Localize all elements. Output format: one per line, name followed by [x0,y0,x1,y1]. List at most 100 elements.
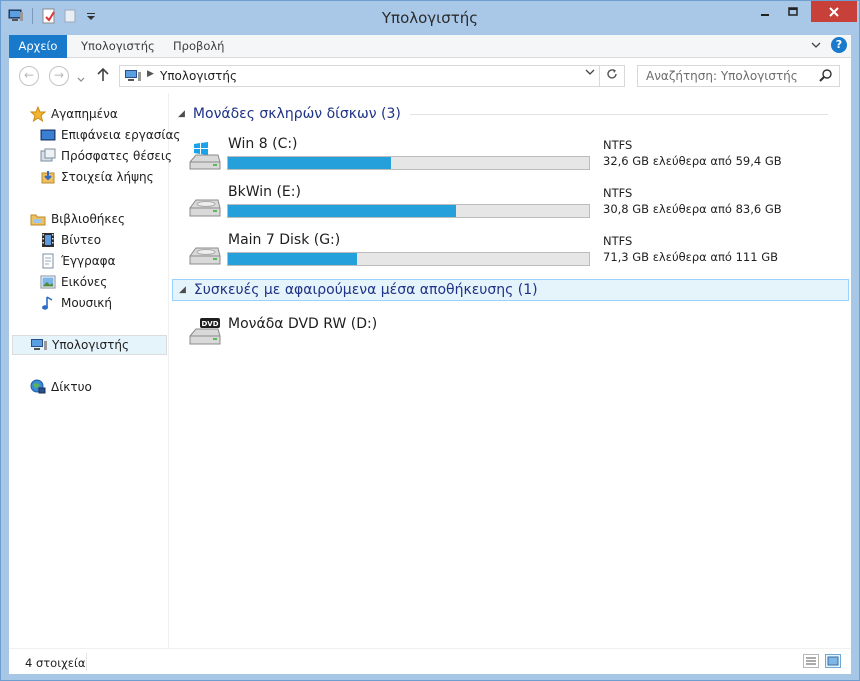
explorer-body: Αγαπημένα Επιφάνεια εργασίας Πρόσφατες θ… [9,93,851,648]
item-count: 4 στοιχεία [25,656,86,670]
dvd-logo-text: DVD [201,320,218,328]
sidebar-item-label: Πρόσφατες θέσεις [61,149,173,163]
recent-places-icon [39,148,57,164]
windows-drive-icon [188,142,222,172]
sidebar-item-pictures[interactable]: Εικόνες [39,272,107,292]
recent-locations-icon[interactable] [77,72,85,86]
breadcrumb-arrow-icon[interactable]: ▶ [147,69,154,79]
forward-button[interactable]: → [49,66,69,86]
music-icon [39,295,57,311]
star-icon [29,106,47,122]
breadcrumb[interactable]: Υπολογιστής [160,69,237,83]
sidebar-item-libraries[interactable]: Βιβλιοθήκες [29,209,125,229]
tiles-view-icon[interactable] [825,654,841,668]
network-icon [29,379,47,395]
group-header-label: Μονάδες σκληρών δίσκων (3) [192,106,401,122]
status-divider [86,653,87,671]
sidebar-item-computer[interactable]: Υπολογιστής [12,335,167,355]
videos-icon [39,232,57,248]
sidebar-item-recent-places[interactable]: Πρόσφατες θέσεις [39,146,172,166]
details-view-icon[interactable] [803,654,819,668]
hard-drive-icon [188,190,222,220]
sidebar-item-documents[interactable]: Έγγραφα [39,251,116,271]
sidebar-item-label: Εικόνες [61,275,108,289]
drive-name: Main 7 Disk (G:) [228,232,341,248]
drive-name: Μονάδα DVD RW (D:) [228,316,378,332]
ribbon-controls: ? [811,37,847,53]
drive-item-c[interactable]: Win 8 (C:) NTFS 32,6 GB ελεύθερα από 59,… [188,136,828,184]
drive-usage-fill [228,157,391,169]
hard-drive-icon [188,238,222,268]
sidebar-item-network[interactable]: Δίκτυο [29,377,92,397]
drive-filesystem: NTFS [603,234,633,248]
up-icon[interactable] [97,67,109,85]
close-button[interactable] [811,1,857,22]
tab-view[interactable]: Προβολή [173,35,224,58]
drive-name: Win 8 (C:) [228,136,298,152]
sidebar-item-label: Δίκτυο [51,380,92,394]
search-input[interactable]: Αναζήτηση: Υπολογιστής [637,65,840,87]
libraries-icon [29,211,47,227]
expand-ribbon-icon[interactable] [811,38,821,52]
group-divider [410,114,828,115]
sidebar-item-videos[interactable]: Βίντεο [39,230,101,250]
sidebar-item-label: Επιφάνεια εργασίας [61,128,181,142]
sidebar-item-desktop[interactable]: Επιφάνεια εργασίας [39,125,180,145]
back-button[interactable]: ← [19,66,39,86]
drive-filesystem: NTFS [603,186,633,200]
tab-file[interactable]: Αρχείο [9,35,67,58]
tab-computer[interactable]: Υπολογιστής [81,35,155,58]
drive-usage-fill [228,253,358,265]
sidebar-item-label: Έγγραφα [61,254,116,268]
collapse-arrow-icon[interactable]: ◢ [179,285,186,295]
desktop-icon [39,127,57,143]
window-title: Υπολογιστής [381,9,479,27]
drive-free-space: 71,3 GB ελεύθερα από 111 GB [603,250,778,264]
drive-usage-bar [227,252,590,266]
drive-usage-bar [227,204,590,218]
documents-icon [39,253,57,269]
explorer-window: Υπολογιστής Αρχείο Υπολογιστής Προβολή ?… [0,0,860,681]
address-dropdown-icon[interactable] [585,68,595,79]
minimize-button[interactable] [751,1,779,22]
help-icon[interactable]: ? [831,37,847,53]
drive-item-e[interactable]: BkWin (E:) NTFS 30,8 GB ελεύθερα από 83,… [188,184,828,232]
address-bar[interactable]: ▶ Υπολογιστής [119,65,600,87]
window-controls [751,1,857,22]
computer-icon [30,337,48,353]
sidebar-item-downloads[interactable]: Στοιχεία λήψης [39,167,154,187]
navigation-pane[interactable]: Αγαπημένα Επιφάνεια εργασίας Πρόσφατες θ… [9,93,180,648]
sidebar-item-label: Βίντεο [61,233,102,247]
drive-name: BkWin (E:) [228,184,301,200]
dvd-drive-icon: DVD [188,316,222,346]
sidebar-item-label: Υπολογιστής [52,338,129,352]
group-header-label: Συσκευές με αφαιρούμενα μέσα αποθήκευσης… [193,282,538,298]
sidebar-item-label: Μουσική [61,296,112,310]
pictures-icon [39,274,57,290]
drive-free-space: 32,6 GB ελεύθερα από 59,4 GB [603,154,782,168]
maximize-button[interactable] [779,1,807,22]
group-header-hard-drives[interactable]: ◢ Μονάδες σκληρών δίσκων (3) [178,103,828,125]
group-header-removable[interactable]: ◢ Συσκευές με αφαιρούμενα μέσα αποθήκευσ… [172,279,849,301]
sidebar-item-music[interactable]: Μουσική [39,293,112,313]
drive-free-space: 30,8 GB ελεύθερα από 83,6 GB [603,202,782,216]
sidebar-item-label: Στοιχεία λήψης [61,170,154,184]
downloads-icon [39,169,57,185]
title-bar[interactable]: Υπολογιστής [1,1,859,34]
search-icon[interactable] [819,68,833,85]
drive-item-d[interactable]: DVD Μονάδα DVD RW (D:) [188,310,828,358]
search-placeholder: Αναζήτηση: Υπολογιστής [646,69,798,83]
ribbon-tabs: Αρχείο Υπολογιστής Προβολή ? [9,35,851,58]
drive-item-g[interactable]: Main 7 Disk (G:) NTFS 71,3 GB ελεύθερα α… [188,232,828,280]
content-pane[interactable]: ◢ Μονάδες σκληρών δίσκων (3) Win 8 (C:) … [170,93,851,648]
status-bar: 4 στοιχεία [9,648,851,674]
view-switcher [803,654,841,668]
computer-icon [124,69,142,86]
refresh-button[interactable] [600,65,625,87]
sidebar-item-favorites[interactable]: Αγαπημένα [29,104,118,124]
sidebar-item-label: Βιβλιοθήκες [51,212,126,226]
sidebar-item-label: Αγαπημένα [51,107,118,121]
drive-usage-fill [228,205,457,217]
collapse-arrow-icon[interactable]: ◢ [178,109,185,119]
navigation-bar: ← → ▶ Υπολογιστής Αναζήτηση: Υπολογιστής [9,58,851,93]
